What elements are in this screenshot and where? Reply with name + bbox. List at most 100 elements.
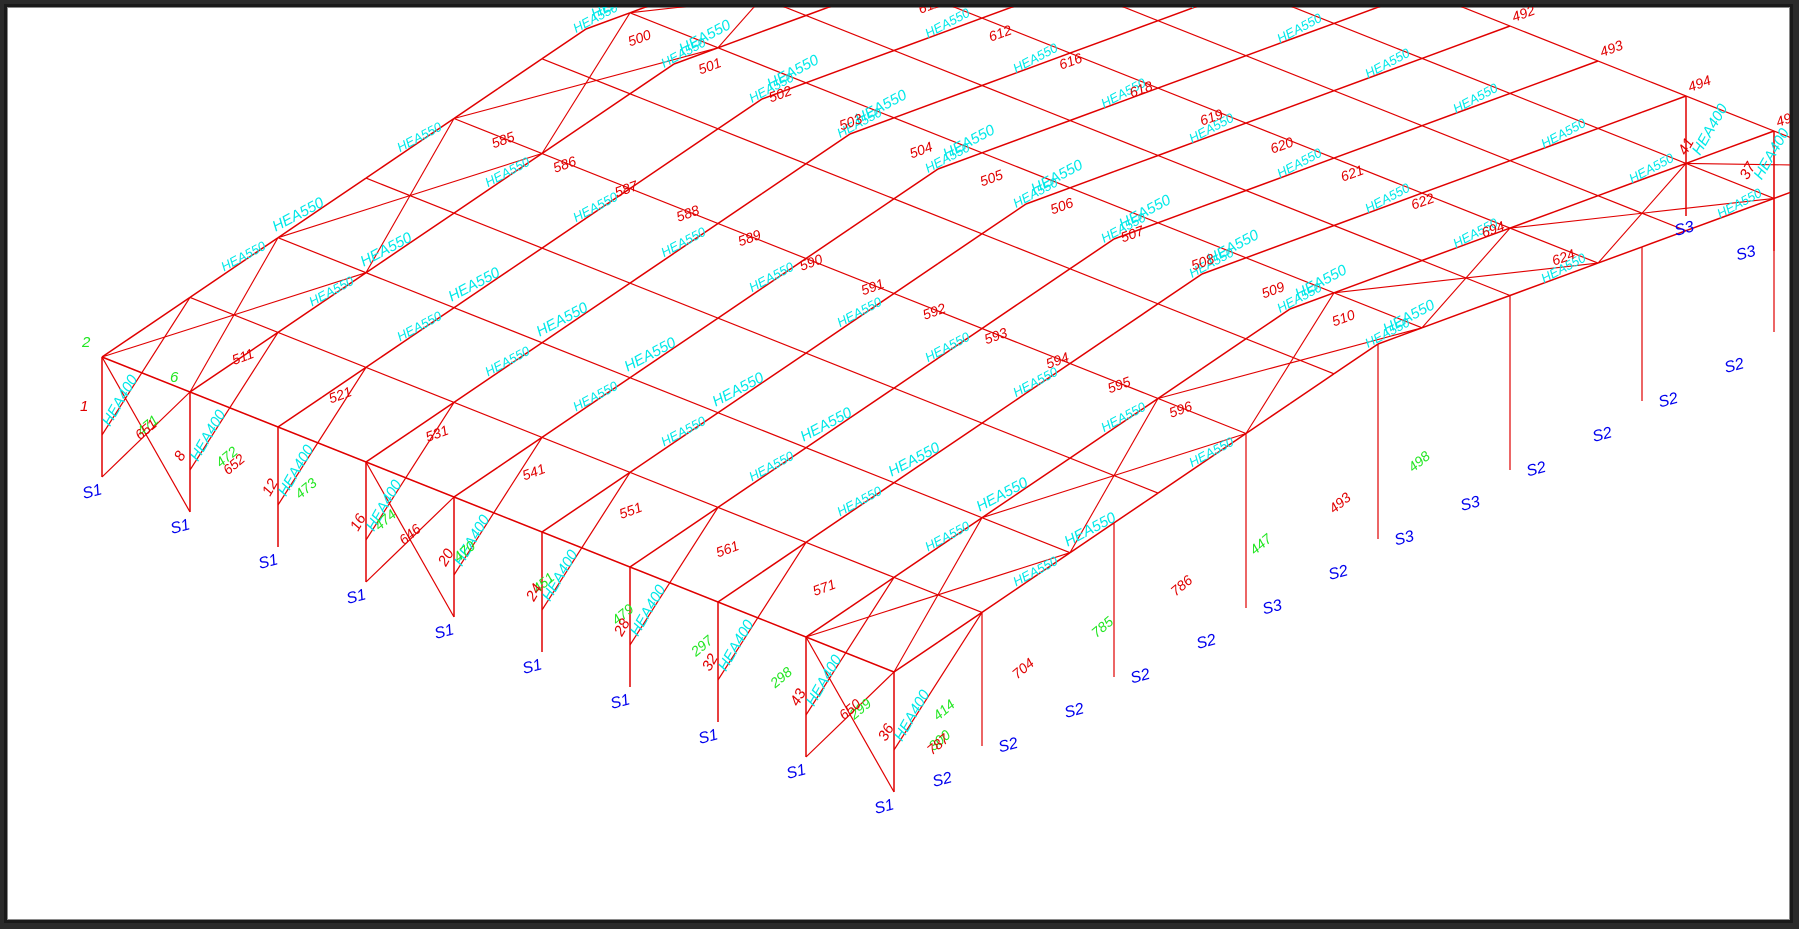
rafter-line — [585, 282, 631, 314]
rafter-section-label: HEA550 — [1186, 7, 1236, 11]
rafter-line — [937, 611, 983, 643]
member-id-label: 591 — [859, 275, 886, 298]
purlin-id-label: 494 — [1686, 72, 1714, 95]
support-label: S1 — [81, 481, 104, 502]
support-label: S2 — [931, 769, 954, 791]
rafter-line — [453, 466, 499, 498]
rafter-line — [277, 396, 323, 428]
drawing-frame: HEA400HEA550HEA550HEA400HEA550HEA550HEA4… — [4, 4, 1793, 923]
support-label: S1 — [1789, 321, 1790, 342]
rafter-line — [761, 352, 807, 384]
support-label: S1 — [257, 551, 280, 572]
member-id-label: 447 — [1246, 530, 1275, 558]
rafter-line — [1377, 124, 1423, 143]
rafter-section-label: HEA550 — [1538, 115, 1588, 151]
rafter-section-label: HEA550 — [269, 194, 327, 236]
support-label: S1 — [169, 516, 192, 537]
member-id-label: 612 — [986, 22, 1014, 45]
rafter-line — [1025, 268, 1071, 300]
member-id-label: 785 — [1088, 613, 1116, 640]
member-id-label: 616 — [1057, 50, 1085, 73]
rafter-line — [1377, 259, 1423, 278]
rafter-line — [1113, 492, 1159, 524]
rafter-section-label: HEA550 — [357, 229, 415, 271]
rafter-line — [1245, 106, 1291, 124]
rafter-line — [1069, 332, 1115, 365]
rafter-section-label: HEA550 — [1010, 553, 1060, 589]
rafter-section-label: HEA550 — [1626, 150, 1676, 186]
rafter-section-label: HEA550 — [1362, 45, 1412, 81]
member-id-label: 620 — [1268, 134, 1296, 157]
brace-id-label: 646 — [396, 520, 424, 547]
rafter-line — [1553, 194, 1599, 213]
rafter-line — [1289, 373, 1335, 405]
purlin-id-label: 495 — [1774, 107, 1790, 130]
rafter-section-label: HEA550 — [394, 119, 444, 155]
rafter-section-label: HEA550 — [570, 7, 620, 36]
purlin-line — [277, 237, 1071, 554]
support-label: S2 — [1657, 390, 1680, 412]
rafter-line — [937, 233, 983, 265]
rafter-section-label: HEA550 — [1714, 185, 1764, 221]
rafter-section-label: HEA550 — [746, 448, 796, 484]
support-label: S2 — [1063, 700, 1086, 722]
rafter-line — [761, 14, 807, 33]
rafter-line — [937, 84, 983, 103]
support-label: S3 — [1673, 218, 1696, 240]
rafter-section-label: HEA550 — [922, 518, 972, 554]
member-id-label: 587 — [612, 177, 641, 200]
rafter-line — [585, 471, 631, 503]
member-id-label: 500 — [626, 26, 654, 49]
member-id-label: 786 — [1167, 572, 1195, 599]
member-id-label: 561 — [714, 537, 741, 560]
support-label: S2 — [1195, 631, 1218, 653]
member-id-label: 588 — [674, 202, 702, 225]
column-section-label: HEA400 — [715, 617, 758, 674]
rafter-line — [937, 422, 983, 454]
rafter-section-label: HEA550 — [746, 259, 796, 295]
rafter-line — [1113, 19, 1159, 38]
member-id-label: 541 — [520, 460, 547, 483]
node-label: 1 — [80, 398, 88, 415]
member-id-label: 622 — [1409, 190, 1437, 213]
support-label: S3 — [1459, 493, 1482, 515]
column-section-label: HEA400 — [803, 652, 846, 709]
rafter-line — [497, 58, 543, 90]
frame-members — [101, 7, 1790, 793]
rafter-line — [761, 541, 807, 573]
rafter-section-label: HEA550 — [834, 294, 884, 330]
support-label: S2 — [1723, 355, 1746, 377]
rafter-line — [101, 326, 147, 358]
member-id-label: 704 — [1009, 654, 1037, 681]
rafter-line — [585, 93, 631, 125]
support-label: S3 — [1734, 243, 1757, 265]
member-id-label: 505 — [978, 166, 1006, 189]
column-section-label: HEA400 — [1750, 125, 1790, 182]
rafter-section-label: HEA550 — [218, 238, 268, 274]
member-id-labels: 6511878165212489164906462049124492284933… — [80, 7, 1790, 758]
member-id-label: 589 — [736, 226, 764, 249]
support-label: S1 — [433, 621, 456, 642]
member-id-label: 501 — [696, 54, 723, 77]
column-id-label: 8 — [171, 448, 190, 464]
rafter-line — [1025, 457, 1071, 489]
rafter-section-label: HEA550 — [658, 413, 708, 449]
rafter-line — [629, 536, 675, 568]
rafter-line — [497, 247, 543, 279]
rafter-line — [1201, 54, 1247, 73]
rafter-line — [1465, 294, 1511, 313]
purlin-line — [365, 177, 1159, 494]
rafter-line — [1333, 7, 1379, 25]
member-id-label: 590 — [797, 251, 825, 274]
rafter-section-label: HEA550 — [570, 378, 620, 414]
rafter-line — [849, 198, 895, 230]
rafter-line — [805, 7, 832, 17]
column-section-label: HEA400 — [891, 687, 934, 744]
member-id-label: 498 — [1405, 447, 1433, 474]
member-id-label: 586 — [551, 153, 579, 176]
rafter-section-label: HEA550 — [1274, 10, 1324, 46]
rafter-line — [453, 87, 499, 120]
roof-brace-line — [1245, 292, 1335, 434]
rafter-line — [1641, 95, 1687, 113]
support-label: S2 — [997, 735, 1020, 757]
